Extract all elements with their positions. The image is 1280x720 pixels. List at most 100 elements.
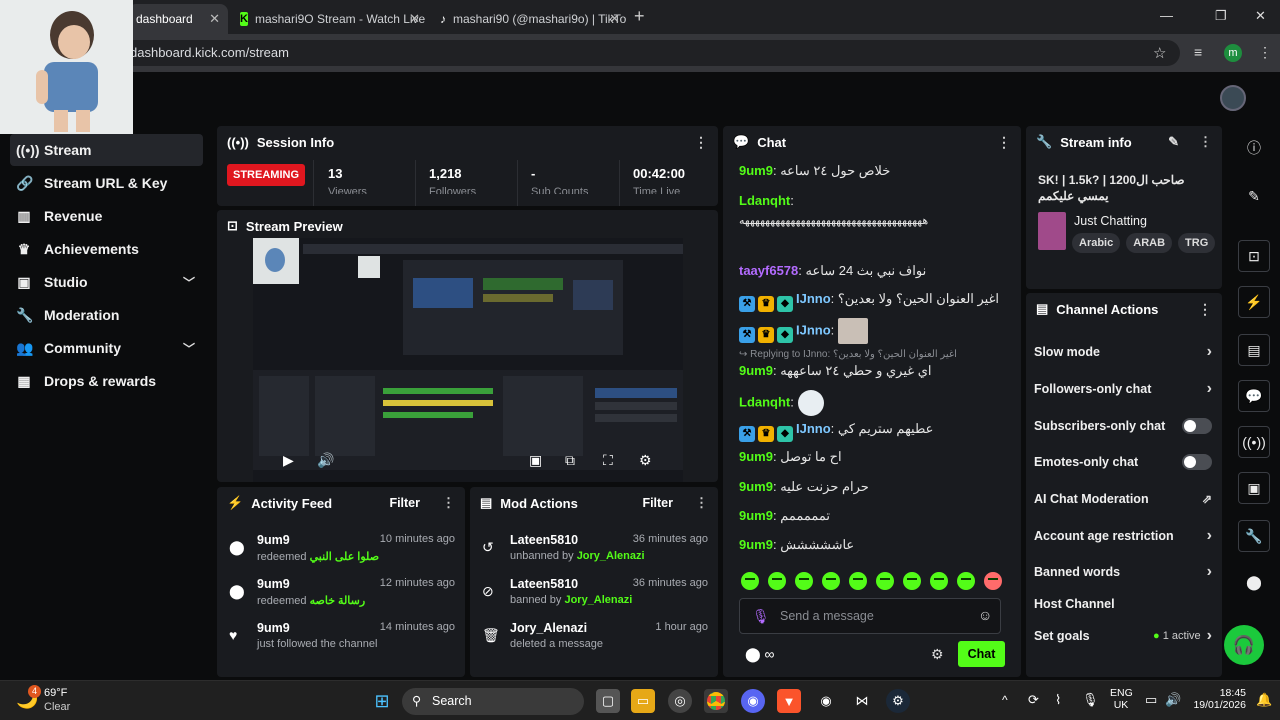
emote-icon[interactable]: [957, 572, 975, 590]
activity-filter-button[interactable]: Filter: [389, 496, 420, 510]
sidebar-item-studio[interactable]: ▣ Studio ﹀: [10, 266, 203, 298]
weather-temp[interactable]: 69°F: [44, 687, 67, 699]
sidebar-item-achievements[interactable]: ♛ Achievements: [10, 233, 203, 265]
media-control-icon[interactable]: ≡: [1194, 44, 1202, 60]
chevron-up-icon[interactable]: ^: [1002, 693, 1008, 707]
broadcast-icon[interactable]: ((•)): [1238, 426, 1270, 458]
volume-icon[interactable]: 🔊: [317, 452, 334, 469]
user-avatar[interactable]: [1220, 85, 1246, 111]
browser-menu-icon[interactable]: ⋮: [1258, 44, 1272, 61]
obs-icon[interactable]: ◉: [814, 689, 838, 713]
mod-filter-button[interactable]: Filter: [642, 496, 673, 510]
slow-mode-row[interactable]: Slow mode ›: [1034, 334, 1212, 370]
emote-icon[interactable]: [768, 572, 786, 590]
close-tab-icon[interactable]: ✕: [609, 11, 620, 27]
followers-only-row[interactable]: Followers-only chat ›: [1034, 371, 1212, 407]
category-name[interactable]: Just Chatting: [1074, 214, 1147, 228]
ai-moderation-row[interactable]: AI Chat Moderation ⇗: [1034, 481, 1212, 517]
lightning-icon[interactable]: ⚡: [1238, 286, 1270, 318]
sync-icon[interactable]: ⟳: [1028, 692, 1039, 708]
mod-view-icon[interactable]: ▣: [1238, 472, 1270, 504]
task-view-icon[interactable]: ▢: [596, 689, 620, 713]
sidebar-item-revenue[interactable]: ▥ Revenue: [10, 200, 203, 232]
minimize-icon[interactable]: —: [1160, 8, 1173, 23]
info-icon[interactable]: ⓘ: [1238, 132, 1270, 164]
theater-mode-icon[interactable]: ▣: [529, 452, 542, 469]
tab-stream[interactable]: K mashari9O Stream - Watch Live ✕: [232, 4, 428, 34]
undo-icon: ↺: [482, 539, 494, 555]
restore-icon[interactable]: ❐: [1215, 8, 1227, 24]
tab-dashboard[interactable]: dashboard ✕: [128, 4, 228, 34]
host-channel-row[interactable]: Host Channel: [1034, 586, 1212, 622]
emote-icon[interactable]: [822, 572, 840, 590]
play-icon[interactable]: ▶: [283, 452, 294, 469]
pip-icon[interactable]: ⧉: [565, 452, 575, 469]
brave-icon[interactable]: ▼: [777, 689, 801, 713]
trophy-icon: ♛: [17, 240, 31, 257]
subscribers-only-toggle[interactable]: [1182, 418, 1212, 434]
account-age-row[interactable]: Account age restriction ›: [1034, 518, 1212, 554]
more-options-icon[interactable]: ⋮: [1198, 301, 1212, 318]
windows-start-icon[interactable]: ⊞: [370, 689, 394, 713]
chrome-icon[interactable]: [704, 689, 728, 713]
emote-icon[interactable]: [795, 572, 813, 590]
stream-preview-video[interactable]: ▶ 🔊 ▣ ⧉ ⛶ ⚙: [253, 238, 683, 482]
tab-tiktok[interactable]: ♪ mashari90 (@mashari9o) | TikTo ✕: [432, 4, 628, 34]
new-tab-button[interactable]: +: [634, 6, 645, 27]
settings-gear-icon[interactable]: ⚙: [639, 452, 652, 469]
url-field[interactable]: dashboard.kick.com/stream: [120, 40, 1180, 66]
clock[interactable]: 18:45 19/01/2026: [1192, 687, 1246, 711]
more-options-icon[interactable]: ⋮: [1199, 134, 1212, 150]
emote-icon[interactable]: [984, 572, 1002, 590]
points-icon[interactable]: ⬤ ∞: [745, 646, 775, 663]
chat-input[interactable]: 🎙 Send a message ☺: [739, 598, 1001, 634]
edit-pencil-icon[interactable]: ✎: [1168, 134, 1179, 150]
sidebar-item-moderation[interactable]: 🔧 Moderation: [10, 299, 203, 331]
capcut-icon[interactable]: ⋈: [850, 689, 874, 713]
notifications-icon[interactable]: 🔔: [1256, 692, 1272, 708]
sidebar-item-stream-url[interactable]: 🔗 Stream URL & Key: [10, 167, 203, 199]
file-explorer-icon[interactable]: ▭: [631, 689, 655, 713]
network-icon[interactable]: ⌇: [1055, 692, 1061, 708]
emote-icon[interactable]: [741, 572, 759, 590]
language-indicator[interactable]: ENG UK: [1110, 687, 1133, 711]
close-window-icon[interactable]: ✕: [1255, 8, 1266, 24]
sidebar-item-stream[interactable]: ((•)) Stream: [10, 134, 203, 166]
emote-icon[interactable]: [849, 572, 867, 590]
mic-icon[interactable]: 🎙: [752, 608, 770, 625]
close-tab-icon[interactable]: ✕: [409, 11, 420, 27]
capture-icon[interactable]: ⊡: [1238, 240, 1270, 272]
send-chat-button[interactable]: Chat: [958, 641, 1005, 667]
more-options-icon[interactable]: ⋮: [442, 495, 455, 511]
emote-icon[interactable]: [903, 572, 921, 590]
sidebar-item-drops[interactable]: ▦ Drops & rewards: [10, 365, 203, 397]
more-options-icon[interactable]: ⋮: [694, 134, 708, 151]
emotes-only-toggle[interactable]: [1182, 454, 1212, 470]
sidebar-item-community[interactable]: 👥 Community ﹀: [10, 332, 203, 364]
volume-icon[interactable]: 🔊: [1165, 692, 1181, 708]
edit-pencil-icon[interactable]: ✎: [1238, 180, 1270, 212]
emoji-picker-icon[interactable]: ☺: [978, 607, 992, 623]
emote-icon[interactable]: [876, 572, 894, 590]
profile-avatar[interactable]: m: [1224, 44, 1242, 62]
wifi-icon[interactable]: ▭: [1145, 692, 1157, 708]
bookmark-star-icon[interactable]: ☆: [1153, 44, 1166, 62]
discord-icon[interactable]: ◉: [741, 689, 765, 713]
more-options-icon[interactable]: ⋮: [997, 134, 1011, 151]
more-options-icon[interactable]: ⋮: [695, 495, 708, 511]
wrench-icon[interactable]: 🔧: [1238, 520, 1270, 552]
set-goals-row[interactable]: Set goals ● 1 active ›: [1034, 618, 1212, 654]
banned-words-row[interactable]: Banned words ›: [1034, 554, 1212, 590]
steam-icon[interactable]: ⚙: [886, 689, 910, 713]
emote-icon[interactable]: [930, 572, 948, 590]
microphone-icon[interactable]: 🎙: [1082, 692, 1099, 708]
fullscreen-icon[interactable]: ⛶: [603, 452, 613, 469]
document-icon[interactable]: ▤: [1238, 334, 1270, 366]
support-headset-icon[interactable]: 🎧: [1224, 625, 1264, 665]
close-tab-icon[interactable]: ✕: [209, 11, 220, 27]
chat-bubble-icon[interactable]: 💬: [1238, 380, 1270, 412]
app-icon[interactable]: ◎: [668, 689, 692, 713]
points-icon[interactable]: ⬤: [1238, 566, 1270, 598]
taskbar-search[interactable]: ⚲ Search: [402, 688, 584, 715]
chat-settings-icon[interactable]: ⚙: [931, 646, 944, 663]
